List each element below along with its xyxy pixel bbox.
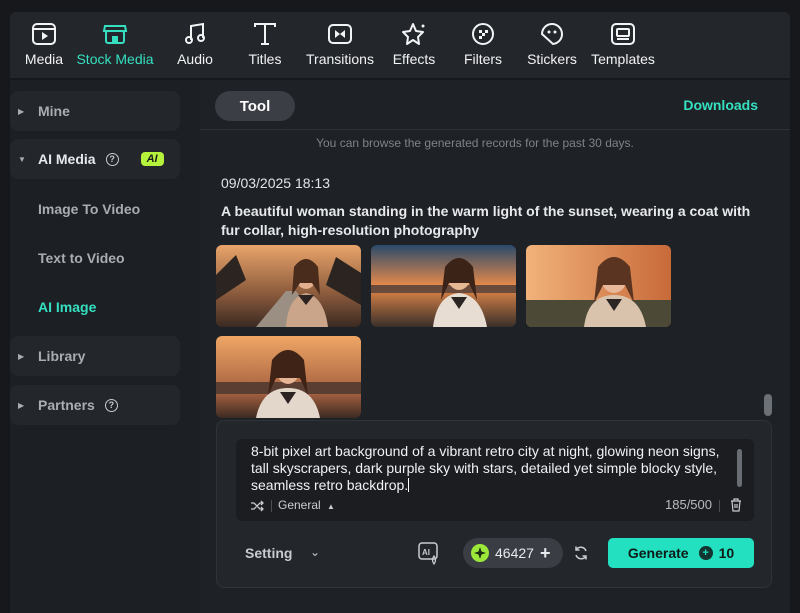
toolbar-titles[interactable]: Titles	[232, 12, 298, 67]
top-toolbar: Media Stock Media Audio Titles Transitio…	[10, 12, 790, 78]
sticker-icon	[538, 20, 566, 48]
sidebar-item-label: AI Media	[38, 151, 96, 167]
svg-text:AI: AI	[422, 548, 430, 557]
help-icon[interactable]: ?	[104, 398, 118, 412]
transition-icon	[326, 20, 354, 48]
toolbar-stickers[interactable]: Stickers	[520, 12, 584, 67]
music-note-icon	[181, 20, 209, 48]
divider	[719, 500, 720, 512]
toolbar-templates[interactable]: Templates	[584, 12, 662, 67]
toolbar-label: Audio	[177, 51, 213, 67]
sidebar-item-image-to-video[interactable]: Image To Video	[38, 201, 140, 217]
generated-image-thumbnail[interactable]	[216, 245, 361, 327]
credits-count: 46427	[495, 545, 534, 561]
record-timestamp: 09/03/2025 18:13	[221, 175, 330, 191]
toolbar-label: Stock Media	[76, 51, 154, 67]
caret-down-icon: ▼	[18, 154, 26, 164]
toolbar-label: Filters	[463, 51, 503, 67]
style-dropdown[interactable]: General ▲	[278, 498, 335, 512]
main-header: Tool Downloads	[200, 80, 790, 130]
toolbar-label: Titles	[248, 51, 282, 67]
char-count: 185/500	[665, 497, 712, 512]
toolbar-transitions[interactable]: Transitions	[298, 12, 382, 67]
generate-cost: 10	[718, 545, 735, 561]
text-t-icon	[251, 20, 279, 48]
sidebar-item-library[interactable]: ▶ Library	[10, 336, 180, 376]
toolbar-media[interactable]: Media	[16, 12, 72, 67]
media-icon	[30, 20, 58, 48]
results-scrollbar[interactable]	[764, 394, 772, 416]
trash-icon[interactable]	[730, 498, 742, 517]
tab-tool[interactable]: Tool	[215, 91, 295, 121]
sidebar-item-label: Partners	[38, 397, 95, 413]
setting-dropdown[interactable]: Setting	[245, 545, 292, 561]
sidebar-item-label: Library	[38, 348, 86, 364]
sidebar-item-ai-image[interactable]: AI Image	[38, 299, 96, 315]
prompt-scrollbar[interactable]	[737, 449, 742, 487]
sidebar-item-mine[interactable]: ▶ Mine	[10, 91, 180, 131]
template-icon	[609, 20, 637, 48]
toolbar-stock-media[interactable]: Stock Media	[72, 12, 158, 67]
sidebar-item-ai-media[interactable]: ▼ AI Media ? AI	[10, 139, 180, 179]
caret-right-icon: ▶	[18, 106, 25, 116]
toolbar-label: Media	[24, 51, 64, 67]
records-notice: You can browse the generated records for…	[316, 136, 634, 150]
refresh-icon[interactable]	[573, 545, 589, 566]
generated-image-thumbnail[interactable]	[371, 245, 516, 327]
generated-image-thumbnail[interactable]	[216, 336, 361, 418]
sidebar: ▶ Mine ▼ AI Media ? AI Image To Video Te…	[10, 80, 200, 613]
toolbar-label: Transitions	[306, 51, 374, 67]
divider	[271, 500, 272, 512]
credit-gem-icon	[471, 544, 489, 562]
prompt-text: 8-bit pixel art background of a vibrant …	[251, 443, 720, 493]
main-panel: Tool Downloads You can browse the genera…	[200, 80, 790, 613]
toolbar-label: Stickers	[527, 51, 577, 67]
effects-star-icon	[400, 20, 428, 48]
chevron-down-icon[interactable]: ⌄	[310, 545, 320, 559]
caret-up-icon: ▲	[327, 502, 335, 511]
shuffle-icon[interactable]	[250, 499, 264, 517]
toolbar-audio[interactable]: Audio	[158, 12, 232, 67]
sidebar-item-label: Mine	[38, 103, 70, 119]
prompt-input-box[interactable]: 8-bit pixel art background of a vibrant …	[236, 439, 754, 521]
generate-button[interactable]: Generate + 10	[608, 538, 754, 568]
ai-badge: AI	[140, 152, 164, 166]
record-prompt: A beautiful woman standing in the warm l…	[221, 203, 751, 238]
store-icon	[101, 20, 129, 48]
filter-icon	[469, 20, 497, 48]
toolbar-filters[interactable]: Filters	[446, 12, 520, 67]
credit-coin-icon: +	[698, 546, 713, 560]
style-value: General	[278, 498, 321, 512]
credits-balance[interactable]: 46427 +	[463, 538, 563, 568]
downloads-link[interactable]: Downloads	[683, 97, 758, 113]
text-cursor	[408, 478, 410, 492]
toolbar-effects[interactable]: Effects	[382, 12, 446, 67]
toolbar-label: Effects	[392, 51, 436, 67]
add-credits-icon[interactable]: +	[540, 543, 551, 564]
help-icon[interactable]: ?	[105, 152, 119, 166]
prompt-composer: 8-bit pixel art background of a vibrant …	[216, 420, 772, 588]
toolbar-label: Templates	[591, 51, 655, 67]
generate-label: Generate	[627, 545, 689, 561]
ai-style-icon[interactable]: AI	[417, 541, 441, 570]
caret-right-icon: ▶	[18, 351, 25, 361]
caret-right-icon: ▶	[18, 400, 25, 410]
sidebar-item-text-to-video[interactable]: Text to Video	[38, 250, 125, 266]
generated-image-thumbnail[interactable]	[526, 245, 671, 327]
prompt-textarea[interactable]: 8-bit pixel art background of a vibrant …	[251, 443, 729, 494]
sidebar-item-partners[interactable]: ▶ Partners ?	[10, 385, 180, 425]
